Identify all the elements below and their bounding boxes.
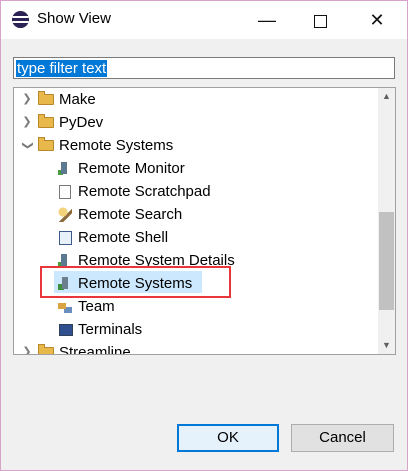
tree-item-pydev[interactable]: ❯ PyDev	[14, 111, 374, 134]
remote-shell-icon	[59, 231, 72, 245]
view-tree[interactable]: ❯ Make ❯ PyDev ❯ Remote Systems Remote M…	[13, 87, 396, 355]
tree-item-remote-shell[interactable]: Remote Shell	[14, 226, 374, 249]
chevron-right-icon[interactable]: ❯	[22, 88, 32, 111]
tree-item-terminals[interactable]: Terminals	[14, 318, 374, 341]
eclipse-icon	[12, 11, 29, 28]
tree-item-label: Remote Systems	[59, 137, 174, 154]
chevron-right-icon[interactable]: ❯	[22, 111, 32, 134]
tree-item-label: Make	[59, 91, 96, 108]
folder-icon	[38, 344, 54, 354]
filter-input[interactable]: type filter text	[13, 57, 395, 79]
tree-item-streamline[interactable]: ❯ Streamline	[14, 341, 374, 355]
folder-open-icon	[38, 137, 54, 151]
tree-item-make[interactable]: ❯ Make	[14, 88, 374, 111]
maximize-button[interactable]	[297, 1, 343, 39]
scratchpad-icon	[59, 185, 71, 199]
tree-item-label: Remote Scratchpad	[78, 183, 211, 200]
team-icon	[58, 299, 72, 314]
tree-item-team[interactable]: Team	[14, 295, 374, 318]
tree-item-label: Terminals	[78, 321, 143, 338]
remote-search-icon	[58, 207, 72, 222]
tree-item-label: Remote Search	[78, 206, 183, 223]
close-button[interactable]: ✕	[354, 1, 400, 39]
annotation-highlight-box	[40, 266, 231, 298]
cancel-button[interactable]: Cancel	[291, 424, 394, 452]
maximize-icon	[313, 14, 327, 28]
chevron-right-icon[interactable]: ❯	[22, 341, 32, 354]
filter-text: type filter text	[16, 60, 108, 77]
scrollbar-thumb[interactable]	[379, 212, 394, 310]
folder-icon	[38, 114, 54, 128]
tree-item-label: Remote Monitor	[78, 160, 185, 177]
tree-item-label: Team	[78, 298, 115, 315]
tree-item-label: Streamline	[59, 344, 131, 355]
ok-button[interactable]: OK	[177, 424, 279, 452]
scroll-up-icon[interactable]: ▲	[378, 88, 395, 105]
terminals-icon	[59, 324, 73, 336]
vertical-scrollbar[interactable]: ▲ ▼	[378, 88, 395, 354]
folder-icon	[38, 91, 54, 105]
tree-item-label: Remote Shell	[78, 229, 169, 246]
show-view-dialog: Show View — ✕ type filter text ❯ Make ❯ …	[0, 0, 408, 471]
remote-monitor-icon	[58, 161, 72, 176]
chevron-down-icon[interactable]: ❯	[16, 141, 39, 151]
title-bar: Show View — ✕	[1, 1, 407, 39]
tree-item-remote-scratchpad[interactable]: Remote Scratchpad	[14, 180, 374, 203]
tree-item-remote-monitor[interactable]: Remote Monitor	[14, 157, 374, 180]
minimize-button[interactable]: —	[244, 1, 290, 39]
tree-item-label: PyDev	[59, 114, 104, 131]
tree-item-remote-systems-folder[interactable]: ❯ Remote Systems	[14, 134, 374, 157]
tree-item-remote-search[interactable]: Remote Search	[14, 203, 374, 226]
window-title: Show View	[37, 10, 111, 27]
scroll-down-icon[interactable]: ▼	[378, 337, 395, 354]
